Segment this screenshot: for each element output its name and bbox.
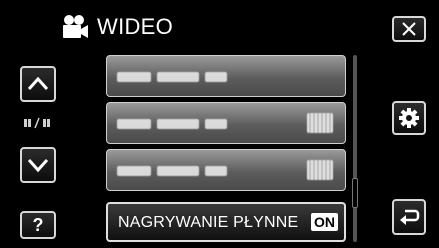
help-label: ? — [32, 214, 44, 235]
return-icon — [400, 209, 420, 225]
page-title: WIDEO — [97, 14, 174, 39]
gear-icon — [399, 108, 419, 128]
back-button[interactable] — [392, 199, 426, 235]
scrollbar-thumb[interactable] — [352, 178, 358, 208]
chevron-up-icon — [27, 76, 49, 91]
scrollbar-track[interactable] — [353, 55, 357, 242]
scroll-down-button[interactable] — [20, 147, 56, 183]
menu-item-value-icon — [307, 113, 333, 133]
chevron-down-icon — [27, 158, 49, 173]
menu-item-label-placeholder — [117, 70, 247, 84]
menu-item-1[interactable] — [106, 55, 346, 97]
menu-item-3[interactable] — [106, 149, 346, 191]
settings-button[interactable] — [392, 101, 426, 135]
status-badge: ON — [311, 213, 338, 231]
video-camera-icon — [60, 12, 90, 42]
scroll-up-button[interactable] — [20, 66, 56, 102]
menu-item-label: NAGRYWANIE PŁYNNE — [118, 214, 299, 231]
page-indicator — [22, 115, 54, 131]
menu-item-smooth-recording[interactable]: NAGRYWANIE PŁYNNE ON — [106, 202, 346, 242]
menu-item-value-icon — [307, 160, 333, 180]
menu-item-label-placeholder — [117, 117, 247, 131]
menu-item-2[interactable] — [106, 102, 346, 144]
close-icon — [402, 22, 416, 36]
menu-item-label-placeholder — [117, 164, 247, 178]
help-button[interactable]: ? — [20, 211, 56, 239]
close-button[interactable] — [392, 16, 426, 42]
page-indicator-icon — [24, 117, 50, 129]
